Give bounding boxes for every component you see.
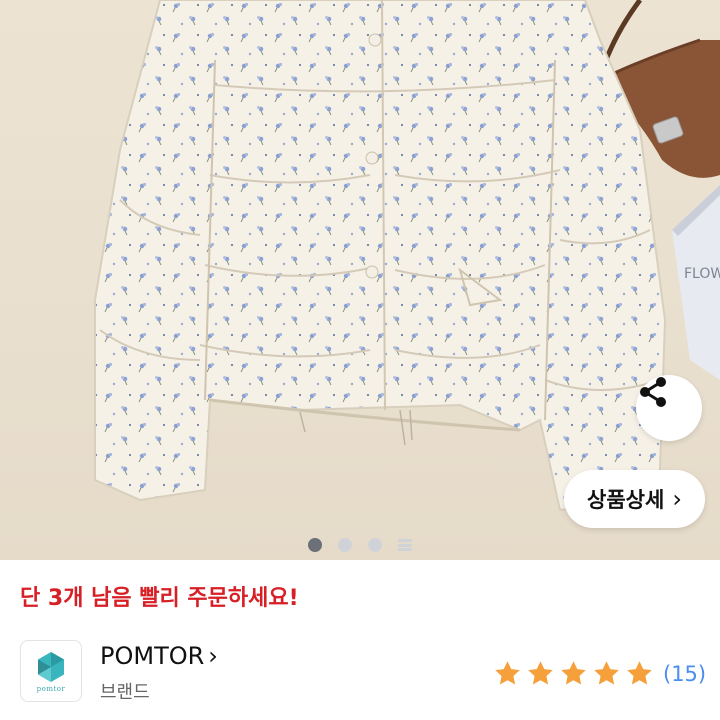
- brand-logo-icon: [38, 651, 64, 682]
- chevron-right-icon: ›: [672, 485, 682, 513]
- share-button[interactable]: [636, 375, 702, 441]
- star-icon: [627, 661, 652, 685]
- carousel-dot[interactable]: [338, 538, 352, 552]
- carousel-indicator: [308, 538, 412, 552]
- star-rating: [492, 658, 655, 689]
- chevron-right-icon: ›: [208, 642, 218, 670]
- brand-label: 브랜드: [100, 682, 150, 703]
- star-icon: [594, 661, 619, 685]
- stock-notice: 단 3개 남음 빨리 주문하세요!: [20, 586, 299, 611]
- more-images-icon[interactable]: [398, 538, 412, 552]
- brand-logo-text: pomtor: [36, 684, 66, 693]
- review-count[interactable]: (15): [663, 662, 706, 686]
- share-icon: [640, 377, 666, 407]
- brand-link[interactable]: POMTOR ›: [100, 642, 218, 670]
- carousel-dot[interactable]: [368, 538, 382, 552]
- product-image-carousel[interactable]: FLOW 상품상세 ›: [0, 0, 720, 560]
- background-book-text: FLOW: [684, 266, 720, 282]
- star-icon: [495, 661, 520, 685]
- star-icon: [561, 661, 586, 685]
- rating[interactable]: (15): [492, 658, 706, 689]
- brand-name: POMTOR: [100, 642, 205, 670]
- product-detail-button[interactable]: 상품상세 ›: [564, 470, 705, 528]
- product-detail-label: 상품상세: [587, 488, 665, 512]
- carousel-dot-active[interactable]: [308, 538, 322, 552]
- star-icon: [528, 661, 553, 685]
- brand-logo[interactable]: pomtor: [20, 640, 82, 702]
